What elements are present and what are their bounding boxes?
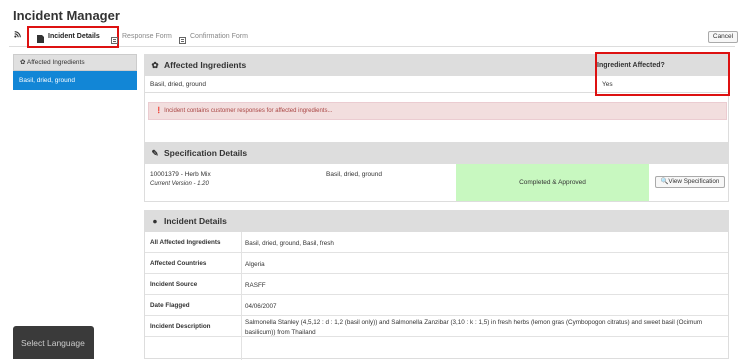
tab-bar: Incident Details Response Form Confirmat… [9,26,738,48]
tab-response-form[interactable]: Response Form [111,27,172,47]
document-icon [37,33,44,43]
tab-incident-details[interactable]: Incident Details [27,26,119,48]
detail-row: Incident Source RASFF [145,274,728,295]
spec-version: Current Version - 1.20 [150,181,209,187]
tab-confirmation-form[interactable]: Confirmation Form [179,27,248,47]
detail-row: Date Flagged 04/06/2007 [145,295,728,316]
spec-row: 10001379 - Herb Mix Current Version - 1.… [145,164,728,201]
title-bar: Incident Manager [0,0,744,27]
detail-row: Affected Countries Algeria [145,253,728,274]
specification-panel: ✎ Specification Details 10001379 - Herb M… [144,142,729,202]
detail-row: All Affected Ingredients Basil, dried, g… [145,232,728,253]
page-title: Incident Manager [13,8,120,23]
info-icon: ❗ [155,108,163,114]
globe-icon: ● [152,216,158,226]
sidebar-header: ✿ Affected Ingredients [13,54,137,71]
spec-ingredient: Basil, dried, ground [326,171,383,178]
leaf-icon: ✿ [20,59,26,66]
sidebar-item-basil[interactable]: Basil, dried, ground [13,71,137,90]
spec-code: 10001379 - Herb Mix [150,171,211,178]
sidebar: ✿ Affected Ingredients Basil, dried, gro… [13,54,137,90]
form-icon [111,33,118,44]
column-divider [241,232,242,360]
view-specification-button[interactable]: 🔍View Specification [655,176,725,188]
leaf-icon: ✿ [151,60,159,70]
form-icon [179,33,186,44]
pencil-icon: ✎ [151,148,159,158]
incident-details-panel: ● Incident Details All Affected Ingredien… [144,210,729,360]
status-badge: Completed & Approved [456,164,649,201]
highlight-box [595,52,730,96]
panel-header: ● Incident Details [145,211,728,232]
cancel-button[interactable]: Cancel [708,31,738,43]
rss-icon[interactable] [14,27,21,47]
detail-row: Incident Description Salmonella Stanley … [145,316,728,337]
alert-message: ❗ Incident contains customer responses f… [148,102,727,120]
panel-header: ✎ Specification Details [145,143,728,164]
ingredient-name: Basil, dried, ground [150,81,207,88]
language-selector[interactable]: Select Language [13,326,94,359]
